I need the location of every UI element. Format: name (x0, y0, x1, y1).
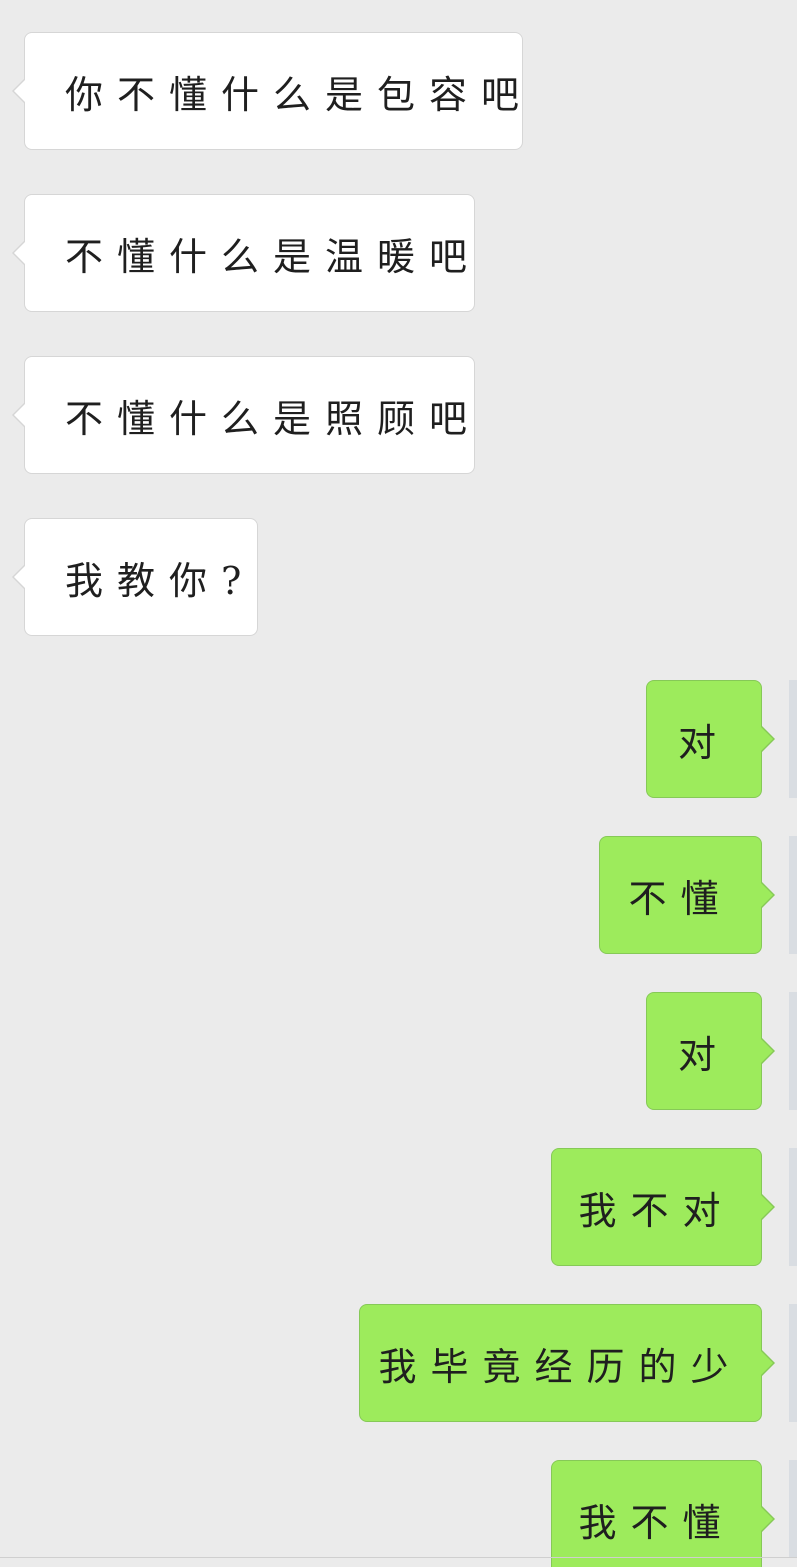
my-avatar[interactable] (789, 1304, 797, 1422)
message-text: 不懂 (628, 876, 733, 921)
message-text: 我教你? (65, 558, 256, 603)
incoming-message-bubble[interactable]: 不懂什么是温暖吧 (12, 194, 475, 312)
my-avatar[interactable] (789, 992, 797, 1110)
message-text: 不懂什么是照顾吧 (65, 396, 482, 441)
outgoing-message-bubble[interactable]: 对 (646, 992, 775, 1110)
outgoing-message-bubble[interactable]: 我不对 (551, 1148, 775, 1266)
outgoing-message-bubble[interactable]: 对 (646, 680, 775, 798)
message-text: 我不懂 (578, 1500, 735, 1545)
incoming-message-bubble[interactable]: 我教你? (12, 518, 258, 636)
message-text: 我毕竟经历的少 (378, 1344, 743, 1389)
my-avatar[interactable] (789, 680, 797, 798)
chat-message-list[interactable]: 你不懂什么是包容吧 不懂什么是温暖吧 不懂什么是照顾吧 我教你? 对 不懂 对 … (0, 0, 797, 1567)
outgoing-message-bubble[interactable]: 我不懂 (551, 1460, 775, 1567)
message-text: 你不懂什么是包容吧 (65, 72, 534, 117)
message-text: 对 (677, 720, 730, 765)
incoming-message-bubble[interactable]: 不懂什么是照顾吧 (12, 356, 475, 474)
my-avatar[interactable] (789, 836, 797, 954)
message-text: 我不对 (578, 1188, 735, 1233)
outgoing-message-bubble[interactable]: 我毕竟经历的少 (359, 1304, 775, 1422)
my-avatar[interactable] (789, 1148, 797, 1266)
message-text: 对 (677, 1032, 730, 1077)
outgoing-message-bubble[interactable]: 不懂 (599, 836, 775, 954)
incoming-message-bubble[interactable]: 你不懂什么是包容吧 (12, 32, 523, 150)
my-avatar[interactable] (789, 1460, 797, 1557)
input-bar-divider (0, 1557, 797, 1558)
message-text: 不懂什么是温暖吧 (65, 234, 482, 279)
